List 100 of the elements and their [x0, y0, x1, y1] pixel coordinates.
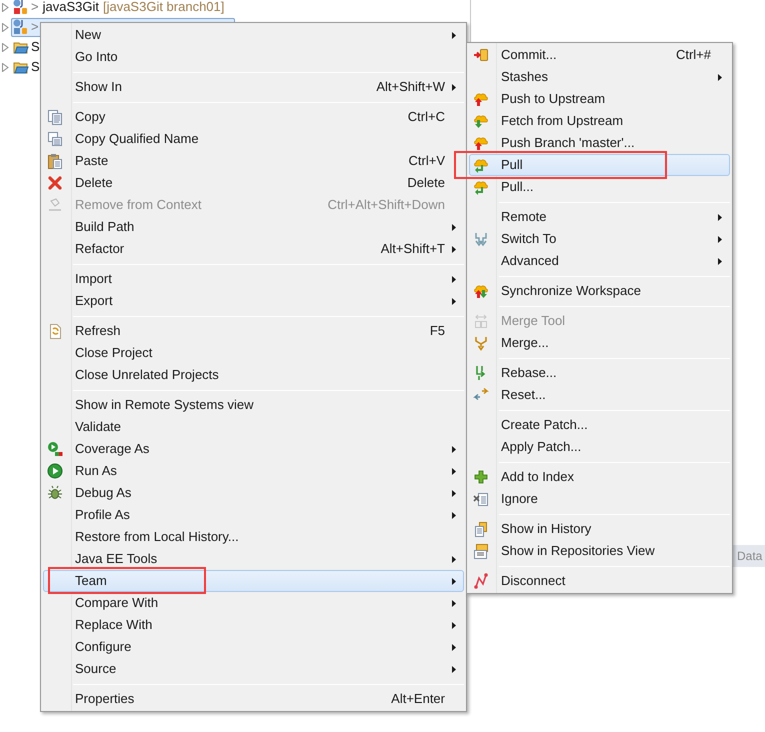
history-icon	[473, 521, 489, 537]
plus-icon	[473, 469, 489, 485]
menu-item[interactable]: Source	[43, 658, 464, 680]
copy-icon	[47, 131, 63, 147]
menu-item[interactable]: Paste Ctrl+V	[43, 150, 464, 172]
reset-icon	[473, 387, 489, 403]
submenu-arrow-icon	[452, 446, 456, 452]
menu-item[interactable]: Import	[43, 268, 464, 290]
menu-item[interactable]: Reset...	[469, 384, 730, 406]
ignore-icon	[473, 491, 489, 507]
run-icon	[47, 463, 63, 479]
expand-icon[interactable]	[2, 42, 9, 52]
submenu-arrow-icon	[452, 276, 456, 282]
tree-item-label[interactable]: S	[31, 37, 40, 57]
menu-item[interactable]: Copy Qualified Name	[43, 128, 464, 150]
menu-item[interactable]: Configure	[43, 636, 464, 658]
project-icon	[13, 19, 29, 35]
submenu-arrow-icon	[452, 556, 456, 562]
cloud-pull-icon	[473, 179, 489, 195]
menu-item[interactable]: Profile As	[43, 504, 464, 526]
commit-icon	[473, 47, 489, 63]
menu-item[interactable]: Close Project	[43, 342, 464, 364]
menu-item[interactable]: Synchronize Workspace	[469, 280, 730, 302]
menu-item[interactable]: Pull	[469, 154, 730, 176]
submenu-arrow-icon	[452, 622, 456, 628]
coverage-icon	[47, 441, 63, 457]
menu-item[interactable]: Java EE Tools	[43, 548, 464, 570]
submenu-arrow-icon	[452, 246, 456, 252]
expand-icon[interactable]	[2, 22, 9, 32]
pencil-icon	[47, 197, 63, 213]
submenu-arrow-icon	[452, 666, 456, 672]
submenu-arrow-icon	[718, 214, 722, 220]
expand-icon[interactable]	[2, 2, 9, 12]
menu-item[interactable]: Rebase...	[469, 362, 730, 384]
menu-item[interactable]: Delete Delete	[43, 172, 464, 194]
submenu-arrow-icon	[452, 512, 456, 518]
cloud-upload-icon	[473, 91, 489, 107]
menu-item[interactable]: Merge...	[469, 332, 730, 354]
disconnect-icon	[473, 573, 489, 589]
menu-item[interactable]: Show in Repositories View	[469, 540, 730, 562]
submenu-arrow-icon	[452, 644, 456, 650]
menu-item[interactable]: Coverage As	[43, 438, 464, 460]
tree-item-prefix: >	[31, 0, 39, 16]
menu-item[interactable]: Run As	[43, 460, 464, 482]
menu-item[interactable]: Restore from Local History...	[43, 526, 464, 548]
repository-icon	[473, 543, 489, 559]
bug-icon	[47, 485, 63, 501]
menu-item[interactable]: Push to Upstream	[469, 88, 730, 110]
menu-item[interactable]: Advanced	[469, 250, 730, 272]
submenu-arrow-icon	[452, 224, 456, 230]
menu-item[interactable]: Refresh F5	[43, 320, 464, 342]
menu-item[interactable]: Go Into	[43, 46, 464, 68]
menu-item[interactable]: Show In Alt+Shift+W	[43, 76, 464, 98]
menu-item[interactable]: Build Path	[43, 216, 464, 238]
merge-icon	[473, 335, 489, 351]
menu-item[interactable]: Apply Patch...	[469, 436, 730, 458]
menu-item[interactable]: Stashes	[469, 66, 730, 88]
menu-item[interactable]: Show in Remote Systems view	[43, 394, 464, 416]
merge-tool-icon	[473, 313, 489, 329]
menu-item[interactable]: Export	[43, 290, 464, 312]
menu-item[interactable]: Replace With	[43, 614, 464, 636]
copy-icon	[47, 109, 63, 125]
menu-item[interactable]: Validate	[43, 416, 464, 438]
submenu-arrow-icon	[718, 258, 722, 264]
clipboard-icon	[47, 153, 63, 169]
menu-item[interactable]: Ignore	[469, 488, 730, 510]
tree-item-label[interactable]: javaS3Git	[42, 0, 99, 17]
menu-item[interactable]: Properties Alt+Enter	[43, 688, 464, 710]
menu-item[interactable]: Fetch from Upstream	[469, 110, 730, 132]
menu-item[interactable]: Disconnect	[469, 570, 730, 592]
menu-item[interactable]: Push Branch 'master'...	[469, 132, 730, 154]
submenu-arrow-icon	[452, 578, 456, 584]
menu-item[interactable]: Pull...	[469, 176, 730, 198]
submenu-arrow-icon	[452, 298, 456, 304]
menu-item[interactable]: Commit... Ctrl+#	[469, 44, 730, 66]
menu-item[interactable]: Team	[43, 570, 464, 592]
submenu-arrow-icon	[452, 490, 456, 496]
menu-item[interactable]: Switch To	[469, 228, 730, 250]
expand-icon[interactable]	[2, 62, 9, 72]
refresh-icon	[47, 323, 63, 339]
menu-item[interactable]: Show in History	[469, 518, 730, 540]
menu-item[interactable]: Debug As	[43, 482, 464, 504]
menu-item[interactable]: Remote	[469, 206, 730, 228]
delete-icon	[47, 175, 63, 191]
menu-item[interactable]: Compare With	[43, 592, 464, 614]
tree-item-prefix: >	[31, 18, 39, 36]
submenu-arrow-icon	[718, 236, 722, 242]
menu-item[interactable]: Copy Ctrl+C	[43, 106, 464, 128]
submenu-arrow-icon	[452, 600, 456, 606]
sync-icon	[473, 283, 489, 299]
menu-item[interactable]: Add to Index	[469, 466, 730, 488]
menu-item[interactable]: Refactor Alt+Shift+T	[43, 238, 464, 260]
submenu-arrow-icon	[452, 32, 456, 38]
repository-branch-label: [javaS3Git branch01]	[102, 0, 224, 16]
project-icon	[13, 0, 29, 15]
menu-item[interactable]: Create Patch...	[469, 414, 730, 436]
menu-item[interactable]: New	[43, 24, 464, 46]
switch-icon	[473, 231, 489, 247]
menu-item[interactable]: Close Unrelated Projects	[43, 364, 464, 386]
tree-item-label[interactable]: S	[31, 57, 40, 77]
